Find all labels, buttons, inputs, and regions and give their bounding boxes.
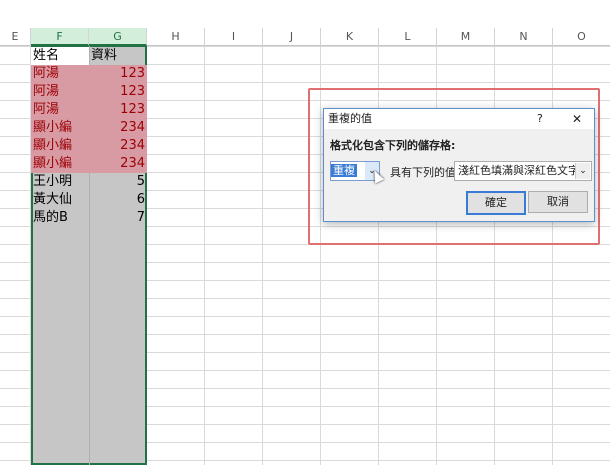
ok-button[interactable]: 確定 bbox=[466, 191, 526, 215]
cell-name[interactable]: 姓名 bbox=[31, 47, 89, 65]
cell-name[interactable]: 馬的B bbox=[31, 209, 89, 227]
column-header-E[interactable]: E bbox=[0, 28, 31, 46]
cell-name[interactable]: 顯小編 bbox=[31, 137, 89, 155]
format-select[interactable]: 淺紅色填滿與深紅色文字 ⌄ bbox=[454, 161, 592, 181]
column-header-G[interactable]: G bbox=[89, 28, 147, 46]
cell-name[interactable]: 顯小編 bbox=[31, 155, 89, 173]
column-header-O[interactable]: O bbox=[553, 28, 610, 46]
dialog-titlebar: 重複的值 ? ✕ bbox=[324, 109, 594, 129]
cell-name[interactable]: 顯小編 bbox=[31, 119, 89, 137]
cell-value[interactable]: 234 bbox=[89, 137, 147, 155]
column-header-I[interactable]: I bbox=[205, 28, 263, 46]
dialog-title: 重複的值 bbox=[328, 112, 372, 125]
type-select-value: 重複 bbox=[331, 164, 357, 177]
column-header-L[interactable]: L bbox=[379, 28, 437, 46]
help-button[interactable]: ? bbox=[537, 109, 543, 129]
format-select-value: 淺紅色填滿與深紅色文字 bbox=[458, 164, 579, 177]
column-header-N[interactable]: N bbox=[495, 28, 553, 46]
cell-value[interactable]: 7 bbox=[89, 209, 147, 227]
with-label: 具有下列的值 bbox=[390, 166, 456, 179]
cell-value[interactable]: 6 bbox=[89, 191, 147, 209]
cell-value[interactable]: 資料 bbox=[89, 47, 147, 65]
cell-name[interactable]: 阿湯 bbox=[31, 101, 89, 119]
cell-name[interactable]: 阿湯 bbox=[31, 83, 89, 101]
chevron-down-icon[interactable]: ⌄ bbox=[575, 163, 590, 179]
cell-name[interactable]: 黃大仙 bbox=[31, 191, 89, 209]
cell-name[interactable]: 王小明 bbox=[31, 173, 89, 191]
duplicate-values-dialog: 重複的值 ? ✕ 格式化包含下列的儲存格: 重複 ⌄ 具有下列的值 淺紅色填滿與… bbox=[323, 108, 595, 222]
cell-value[interactable]: 5 bbox=[89, 173, 147, 191]
cell-value[interactable]: 234 bbox=[89, 155, 147, 173]
cell-name[interactable]: 阿湯 bbox=[31, 65, 89, 83]
column-header-K[interactable]: K bbox=[321, 28, 379, 46]
cancel-button[interactable]: 取消 bbox=[528, 191, 588, 213]
column-header-J[interactable]: J bbox=[263, 28, 321, 46]
instruction-label: 格式化包含下列的儲存格: bbox=[330, 139, 456, 152]
cell-value[interactable]: 123 bbox=[89, 101, 147, 119]
column-header-H[interactable]: H bbox=[147, 28, 205, 46]
column-header-F[interactable]: F bbox=[31, 28, 89, 46]
cell-value[interactable]: 123 bbox=[89, 83, 147, 101]
column-header-M[interactable]: M bbox=[437, 28, 495, 46]
cell-value[interactable]: 123 bbox=[89, 65, 147, 83]
close-button[interactable]: ✕ bbox=[572, 109, 582, 129]
cell-value[interactable]: 234 bbox=[89, 119, 147, 137]
